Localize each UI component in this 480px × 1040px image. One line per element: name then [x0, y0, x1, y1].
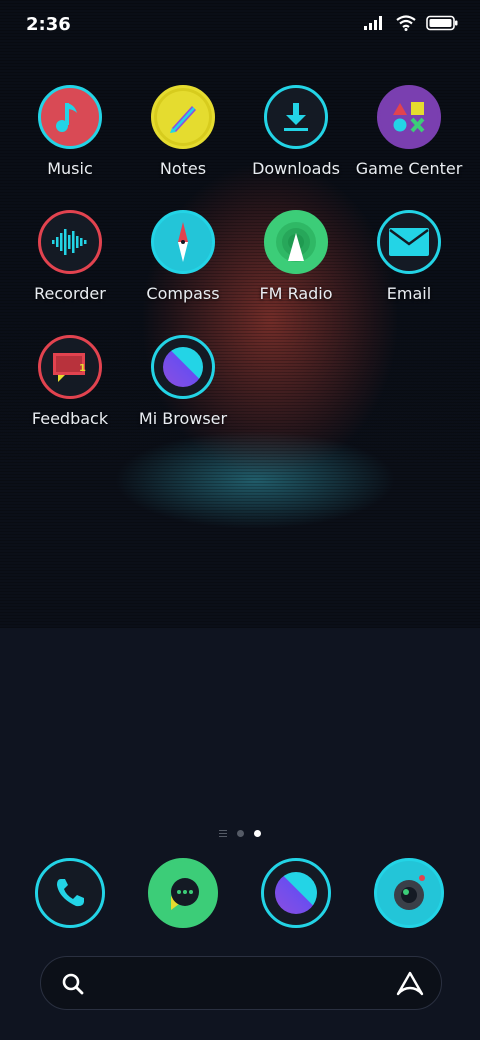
status-bar: 2:36	[0, 0, 480, 50]
phone-icon	[35, 858, 105, 928]
status-icons	[364, 15, 458, 31]
app-feedback[interactable]: 1 Feedback	[14, 335, 126, 428]
page-dot-2[interactable]	[254, 830, 261, 837]
download-icon	[264, 85, 328, 149]
app-label: Game Center	[355, 159, 463, 178]
notes-icon	[151, 85, 215, 149]
page-dot-1[interactable]	[237, 830, 244, 837]
app-compass[interactable]: Compass	[127, 210, 239, 303]
battery-icon	[426, 15, 458, 31]
dock-messages[interactable]	[127, 858, 239, 928]
app-label: Compass	[146, 284, 220, 303]
signal-icon	[364, 16, 382, 30]
browser-icon	[261, 858, 331, 928]
dock-phone[interactable]	[14, 858, 126, 928]
wifi-icon	[396, 15, 416, 31]
search-icon[interactable]	[61, 972, 85, 996]
recorder-icon	[38, 210, 102, 274]
app-game-center[interactable]: Game Center	[353, 85, 465, 178]
app-downloads[interactable]: Downloads	[240, 85, 352, 178]
app-label: Downloads	[252, 159, 340, 178]
feed-page-indicator[interactable]	[219, 830, 227, 837]
app-music[interactable]: Music	[14, 85, 126, 178]
app-label: Recorder	[34, 284, 106, 303]
dock	[0, 858, 480, 928]
clock: 2:36	[26, 14, 71, 35]
game-center-icon	[377, 85, 441, 149]
feedback-badge: 1	[79, 363, 86, 374]
app-mi-browser[interactable]: Mi Browser	[127, 335, 239, 428]
app-label: Music	[47, 159, 93, 178]
app-label: Mi Browser	[138, 409, 228, 428]
music-icon	[38, 85, 102, 149]
app-label: Notes	[159, 159, 207, 178]
app-notes[interactable]: Notes	[127, 85, 239, 178]
app-label: Email	[386, 284, 432, 303]
search-bar[interactable]	[40, 956, 442, 1010]
browser-icon	[151, 335, 215, 399]
messages-icon	[148, 858, 218, 928]
assistant-icon[interactable]	[395, 970, 425, 998]
feedback-icon: 1	[38, 335, 102, 399]
app-label: Feedback	[31, 409, 109, 428]
compass-icon	[151, 210, 215, 274]
app-label: FM Radio	[259, 284, 333, 303]
dock-browser[interactable]	[240, 858, 352, 928]
email-icon	[377, 210, 441, 274]
app-fm-radio[interactable]: FM Radio	[240, 210, 352, 303]
camera-icon	[374, 858, 444, 928]
dock-camera[interactable]	[353, 858, 465, 928]
radio-icon	[264, 210, 328, 274]
app-email[interactable]: Email	[353, 210, 465, 303]
page-indicator[interactable]	[0, 830, 480, 837]
app-recorder[interactable]: Recorder	[14, 210, 126, 303]
